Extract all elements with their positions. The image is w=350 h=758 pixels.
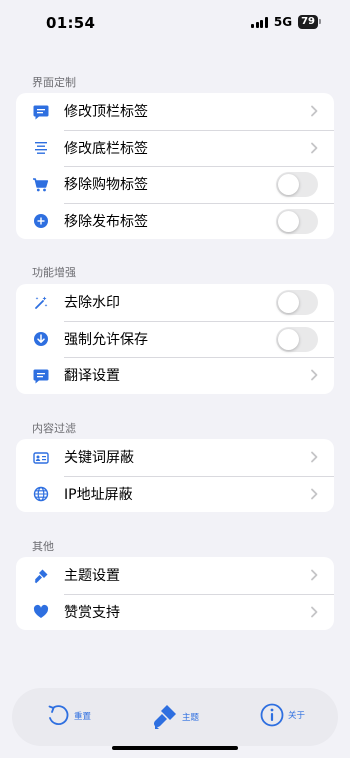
- row-theme-settings[interactable]: 主题设置: [16, 557, 334, 594]
- status-indicators: 5G 79: [251, 15, 321, 29]
- tab-reset-label: 重置: [74, 712, 92, 722]
- chevron-right-icon: [311, 451, 318, 463]
- id-card-icon: [32, 449, 49, 466]
- row-edit-top-tabs[interactable]: 修改顶栏标签: [16, 93, 334, 130]
- row-label: 修改顶栏标签: [64, 104, 148, 121]
- tab-about[interactable]: 关于: [260, 703, 305, 727]
- network-type: 5G: [273, 15, 293, 29]
- cellular-signal-icon: [251, 16, 268, 28]
- rotate-ccw-icon: [48, 705, 69, 725]
- group-interface: 修改顶栏标签 修改底栏标签 移除购物标签 移除发布标签: [16, 93, 334, 239]
- remove-publish-tab-toggle[interactable]: [276, 208, 318, 234]
- force-allow-save-toggle[interactable]: [276, 326, 318, 352]
- message-square-icon: [32, 103, 49, 120]
- row-remove-watermark: 去除水印: [16, 284, 334, 321]
- status-time: 01:54: [46, 14, 96, 32]
- row-force-allow-save: 强制允许保存: [16, 320, 334, 358]
- info-circle-icon: [260, 703, 284, 727]
- align-center-icon: [32, 140, 49, 157]
- bottom-tab-bar: 重置 主题 关于: [12, 688, 338, 746]
- row-label: 修改底栏标签: [64, 140, 148, 157]
- row-appreciation-support[interactable]: 赞赏支持: [16, 593, 334, 631]
- battery-icon: 79: [298, 15, 321, 29]
- remove-watermark-toggle[interactable]: [276, 290, 318, 315]
- row-label: 翻译设置: [64, 368, 120, 385]
- section-title-other: 其他: [32, 540, 54, 553]
- remove-shopping-tab-toggle[interactable]: [276, 172, 318, 197]
- home-indicator: [112, 746, 238, 750]
- chevron-right-icon: [311, 142, 318, 153]
- group-filter: 关键词屏蔽 IP地址屏蔽: [16, 439, 334, 512]
- row-label: 主题设置: [64, 568, 120, 585]
- tab-theme[interactable]: 主题: [152, 703, 199, 731]
- row-remove-shopping-tab: 移除购物标签: [16, 166, 334, 203]
- section-title-filter: 内容过滤: [32, 422, 76, 435]
- tab-reset[interactable]: 重置: [46, 703, 91, 729]
- shopping-cart-icon: [32, 176, 49, 193]
- message-square-icon: [32, 367, 49, 384]
- arrow-down-circle-icon: [32, 331, 49, 348]
- status-bar: 01:54 5G 79: [0, 0, 350, 48]
- row-label: 去除水印: [64, 295, 120, 312]
- chevron-right-icon: [311, 606, 318, 617]
- paintbrush-icon: [32, 567, 49, 584]
- globe-icon: [32, 486, 49, 503]
- row-label: 移除发布标签: [64, 213, 148, 230]
- chevron-right-icon: [311, 569, 318, 581]
- row-label: 赞赏支持: [64, 604, 120, 621]
- row-translation-settings[interactable]: 翻译设置: [16, 357, 334, 394]
- row-label: 关键词屏蔽: [64, 450, 134, 467]
- row-ip-block[interactable]: IP地址屏蔽: [16, 475, 334, 513]
- row-label: 强制允许保存: [64, 331, 148, 348]
- plus-circle-icon: [32, 213, 49, 230]
- paintbrush-icon: [153, 705, 176, 729]
- tab-about-label: 关于: [288, 711, 306, 721]
- row-remove-publish-tab: 移除发布标签: [16, 202, 334, 240]
- chevron-right-icon: [311, 369, 318, 381]
- chevron-right-icon: [311, 105, 318, 117]
- tab-theme-label: 主题: [182, 713, 200, 723]
- magic-wand-icon: [32, 294, 49, 311]
- row-label: 移除购物标签: [64, 177, 148, 194]
- heart-icon: [32, 604, 49, 621]
- row-label: IP地址屏蔽: [64, 486, 133, 503]
- section-title-interface: 界面定制: [32, 76, 76, 89]
- group-enhancement: 去除水印 强制允许保存 翻译设置: [16, 284, 334, 394]
- group-other: 主题设置 赞赏支持: [16, 557, 334, 630]
- row-edit-bottom-tabs[interactable]: 修改底栏标签: [16, 129, 334, 167]
- chevron-right-icon: [311, 488, 318, 499]
- section-title-enhancement: 功能增强: [32, 266, 76, 279]
- row-keyword-block[interactable]: 关键词屏蔽: [16, 439, 334, 476]
